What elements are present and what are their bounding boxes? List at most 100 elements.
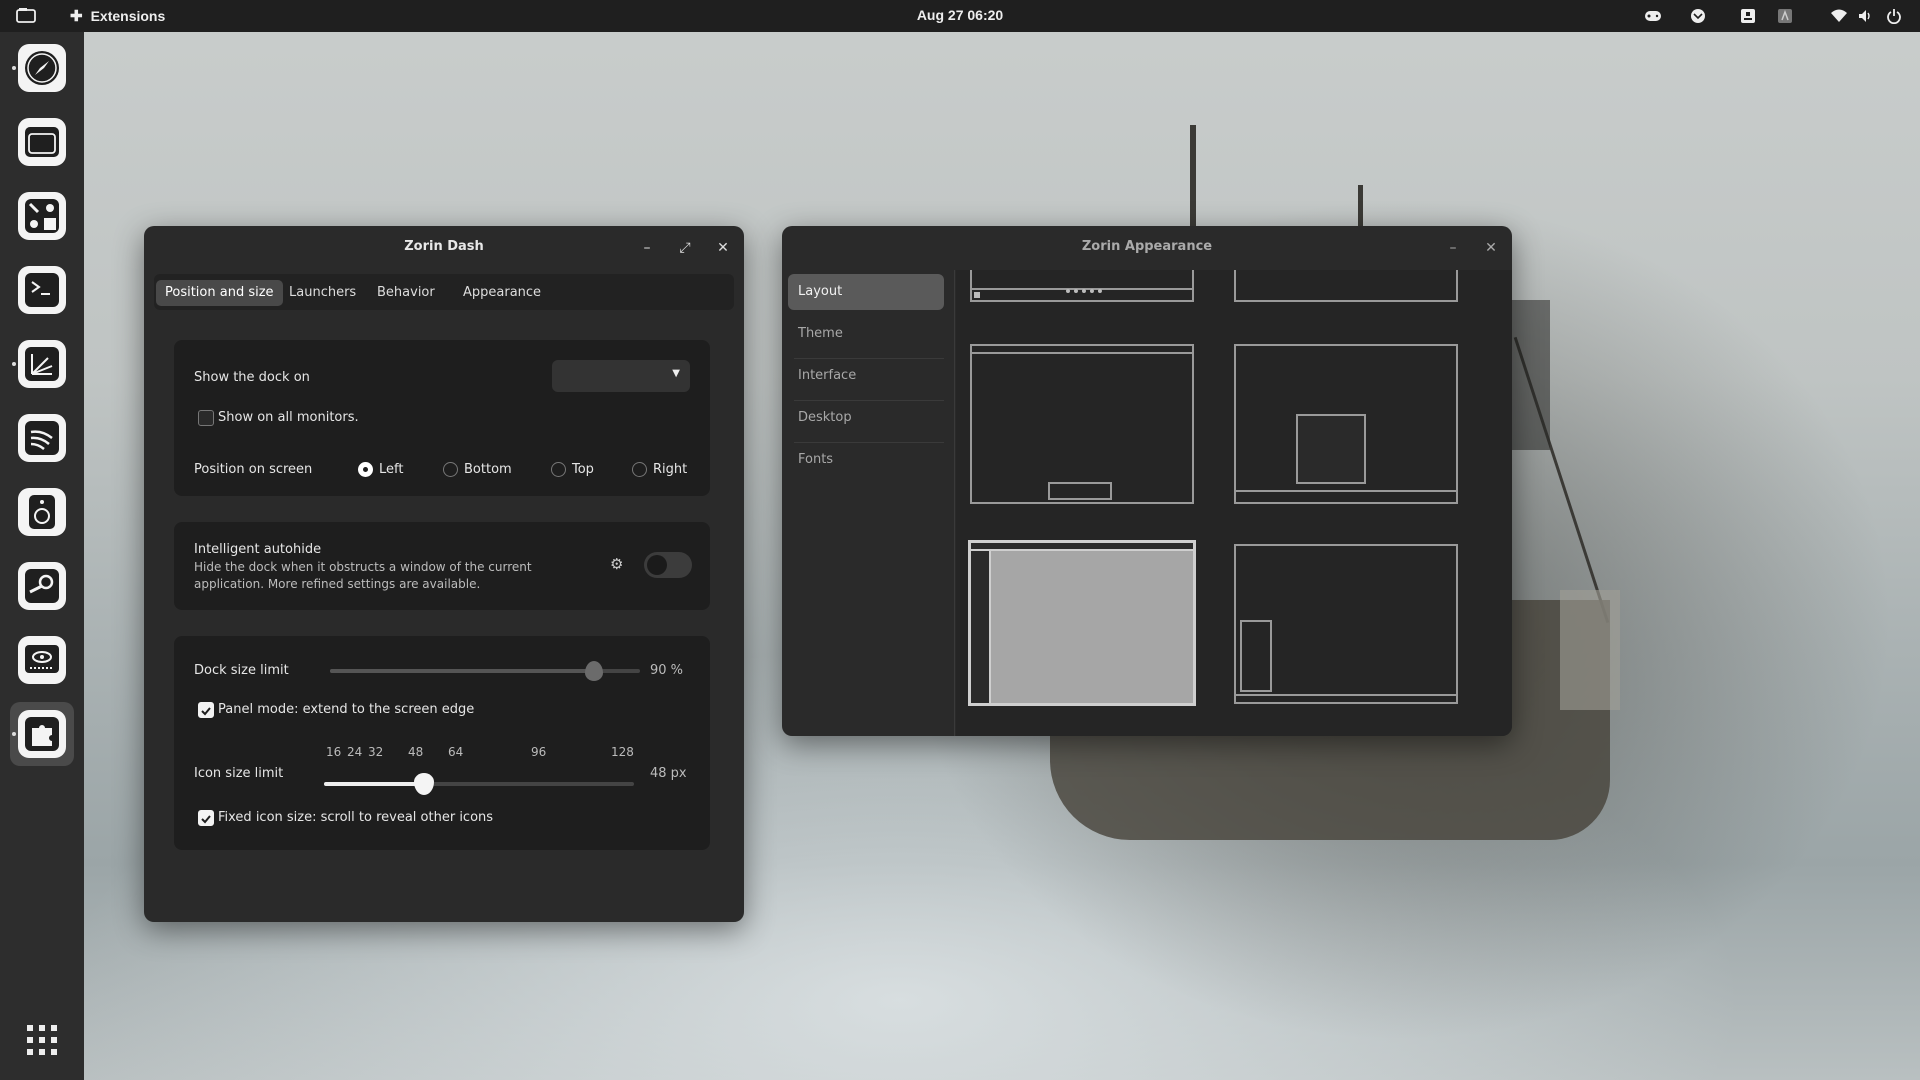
dock-item-terminal[interactable] (10, 258, 74, 322)
dock-item-browser[interactable] (10, 36, 74, 100)
radio-bottom[interactable] (443, 462, 458, 477)
chevron-down-icon: ▼ (672, 368, 680, 379)
maximize-button[interactable]: ⤢ (676, 239, 694, 257)
nvidia-icon (18, 636, 66, 684)
dock-item-settings[interactable] (10, 184, 74, 248)
zorin-appearance-window: Zorin Appearance – ✕ Layout Theme Interf… (782, 226, 1512, 736)
tick-24: 24 (347, 745, 363, 759)
tick-32: 32 (368, 745, 384, 759)
layout-option-windows-classic[interactable] (970, 270, 1194, 302)
dock-item-feeds[interactable] (10, 406, 74, 470)
app-grid-icon[interactable] (26, 1024, 58, 1056)
fixed-icon-checkbox[interactable] (198, 810, 214, 826)
tab-position-and-size[interactable]: Position and size (156, 280, 283, 306)
autohide-desc-2: application. More refined settings are a… (194, 577, 481, 591)
gamepad-icon[interactable] (1644, 0, 1662, 32)
sidebar-item-interface[interactable]: Interface (788, 358, 944, 394)
titlebar[interactable]: Zorin Dash – ⤢ ✕ (144, 226, 744, 270)
icon-size-value: 48 px (650, 766, 687, 781)
volume-icon[interactable] (1857, 0, 1873, 32)
autohide-card: Intelligent autohide Hide the dock when … (174, 522, 710, 610)
sidebar-item-theme[interactable]: Theme (788, 316, 944, 352)
show-dock-label: Show the dock on (194, 370, 310, 385)
icon-size-label: Icon size limit (194, 766, 284, 781)
keyboard-icon[interactable] (1777, 0, 1793, 32)
terminal-icon (18, 266, 66, 314)
sidebar-item-layout[interactable]: Layout (788, 274, 944, 310)
radio-top-label: Top (572, 462, 594, 477)
minimize-button[interactable]: – (1444, 239, 1462, 257)
autohide-toggle[interactable] (644, 552, 692, 578)
sidebar-item-desktop[interactable]: Desktop (788, 400, 944, 436)
all-monitors-checkbox[interactable] (198, 410, 214, 426)
power-icon[interactable] (1886, 0, 1902, 32)
radio-left-label: Left (379, 462, 404, 477)
autohide-desc-1: Hide the dock when it obstructs a window… (194, 560, 532, 574)
clock[interactable]: Aug 27 06:20 (0, 0, 1920, 31)
sidebar: Layout Theme Interface Desktop Fonts (782, 270, 955, 736)
slider-handle[interactable] (414, 773, 434, 795)
mail-icon[interactable] (1690, 0, 1706, 32)
radio-bottom-label: Bottom (464, 462, 512, 477)
dock-item-extensions[interactable] (10, 702, 74, 766)
radio-left[interactable] (358, 462, 373, 477)
titlebar[interactable]: Zorin Appearance – ✕ (782, 226, 1512, 270)
tick-16: 16 (326, 745, 342, 759)
tools-icon (18, 192, 66, 240)
close-button[interactable]: ✕ (1482, 239, 1500, 257)
position-label: Position on screen (194, 462, 313, 477)
rss-icon (18, 414, 66, 462)
tick-64: 64 (448, 745, 464, 759)
top-panel: ✚ Extensions Aug 27 06:20 (0, 0, 1920, 32)
panel-mode-checkbox[interactable] (198, 702, 214, 718)
speaker-icon (18, 488, 66, 536)
fixed-icon-label: Fixed icon size: scroll to reveal other … (218, 810, 494, 825)
dock-item-nvidia[interactable] (10, 628, 74, 692)
tick-48: 48 (408, 745, 424, 759)
dock-item-music[interactable] (10, 480, 74, 544)
dock-item-steam[interactable] (10, 554, 74, 618)
layout-option-start-menu[interactable] (1234, 544, 1458, 704)
dock-size-slider[interactable] (330, 661, 640, 681)
tab-bar: Position and size Launchers Behavior App… (154, 274, 734, 310)
radio-right[interactable] (632, 462, 647, 477)
icon-size-slider[interactable] (324, 773, 634, 795)
tick-128: 128 (611, 745, 634, 759)
layout-option-dock-bottom[interactable] (970, 344, 1194, 504)
tab-launchers[interactable]: Launchers (280, 280, 365, 306)
autohide-title: Intelligent autohide (194, 542, 322, 557)
gear-icon[interactable]: ⚙ (610, 556, 626, 572)
minimize-button[interactable]: – (638, 239, 656, 257)
window-title: Zorin Appearance (1081, 239, 1213, 254)
dock (0, 32, 84, 1080)
dock-item-drawing[interactable] (10, 332, 74, 396)
drawing-icon (18, 340, 66, 388)
layout-option-dock-left[interactable] (968, 540, 1196, 706)
size-card: Dock size limit 90 % Panel mode: extend … (174, 636, 710, 850)
all-monitors-label: Show on all monitors. (218, 410, 359, 425)
dock-size-label: Dock size limit (194, 663, 289, 678)
close-button[interactable]: ✕ (714, 239, 732, 257)
position-card: Show the dock on ▼ Show on all monitors.… (174, 340, 710, 496)
tab-behavior[interactable]: Behavior (368, 280, 444, 306)
tick-96: 96 (531, 745, 547, 759)
notes-icon[interactable] (1740, 0, 1756, 32)
window-icon (18, 118, 66, 166)
panel-mode-label: Panel mode: extend to the screen edge (218, 702, 475, 717)
dock-size-value: 90 % (650, 663, 684, 678)
dock-item-files[interactable] (10, 110, 74, 174)
radio-top[interactable] (551, 462, 566, 477)
steam-icon (18, 562, 66, 610)
wifi-icon[interactable] (1830, 0, 1848, 32)
radio-right-label: Right (653, 462, 688, 477)
slider-handle[interactable] (584, 661, 603, 681)
sidebar-item-fonts[interactable]: Fonts (788, 442, 944, 478)
compass-icon (18, 44, 66, 92)
zorin-dash-window: Zorin Dash – ⤢ ✕ Position and size Launc… (144, 226, 744, 922)
layout-option-macos[interactable] (1234, 270, 1458, 302)
tab-appearance[interactable]: Appearance (454, 280, 550, 306)
layout-gallery (956, 270, 1512, 736)
puzzle-icon (18, 710, 66, 758)
layout-option-app-grid[interactable] (1234, 344, 1458, 504)
monitor-dropdown[interactable]: ▼ (552, 360, 690, 392)
